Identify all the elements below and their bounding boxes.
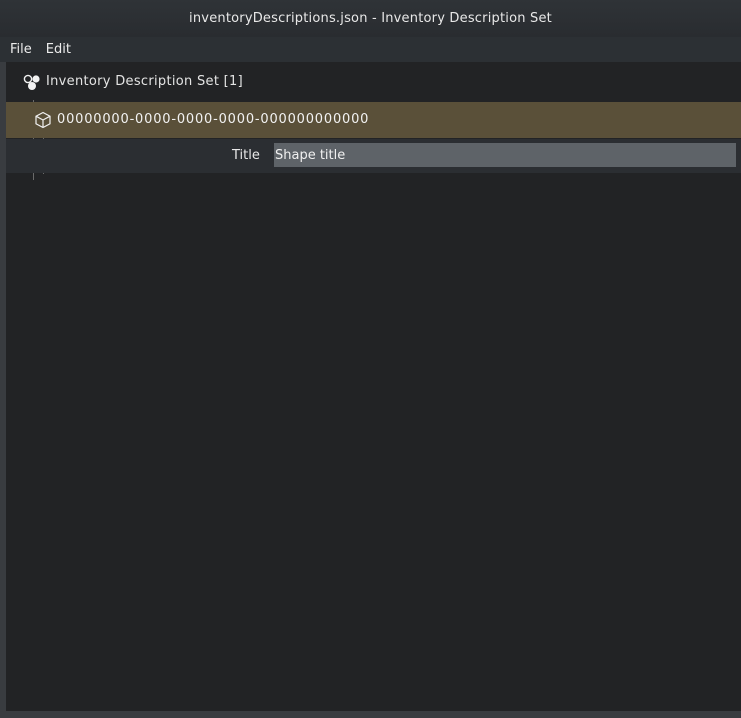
components-icon [23, 74, 41, 92]
menu-file[interactable]: File [0, 42, 32, 57]
cube-icon [34, 111, 52, 129]
title-bar: inventoryDescriptions.json - Inventory D… [0, 0, 741, 37]
tree-root-label: Inventory Description Set [1] [46, 74, 243, 89]
tree-panel: Inventory Description Set [1] 00000000-0… [6, 62, 741, 711]
menu-bar: File Edit [0, 37, 741, 62]
title-input[interactable] [274, 143, 736, 167]
tree-item-row[interactable]: 00000000-0000-0000-0000-000000000000 [6, 102, 741, 138]
property-row-title: Title [6, 139, 741, 173]
tree-root-row[interactable]: Inventory Description Set [1] [6, 64, 741, 100]
app-window: inventoryDescriptions.json - Inventory D… [0, 0, 741, 718]
window-title: inventoryDescriptions.json - Inventory D… [189, 11, 552, 26]
tree-item-label: 00000000-0000-0000-0000-000000000000 [57, 112, 370, 127]
title-field-label: Title [232, 148, 260, 163]
menu-edit[interactable]: Edit [36, 42, 71, 57]
bottom-border [0, 711, 741, 718]
